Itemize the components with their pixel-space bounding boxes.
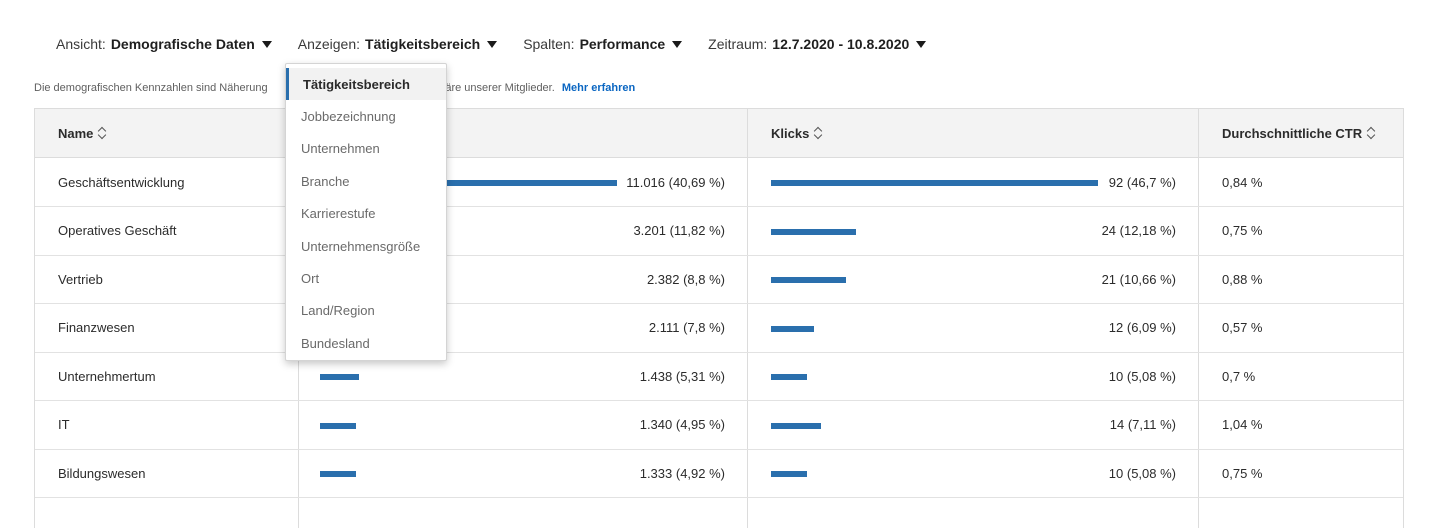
table-row: Geschäftsentwicklung 11.016 (40,69 %) 92 (…	[35, 158, 1403, 207]
columns-filter[interactable]: Spalten: Performance	[523, 36, 683, 52]
klicks-bar	[771, 374, 807, 380]
row-name: Finanzwesen	[58, 320, 135, 335]
view-filter-value: Demografische Daten	[110, 36, 255, 52]
impressions-value: 1.333 (4,92 %)	[639, 465, 725, 481]
impressions-value: 11.016 (40,69 %)	[626, 174, 725, 190]
dropdown-option[interactable]: Bundesland	[286, 327, 446, 359]
impressions-bar	[320, 422, 357, 429]
impressions-value: 1.438 (5,31 %)	[639, 368, 725, 384]
klicks-bar	[771, 325, 814, 332]
table-row: IT 1.340 (4,95 %) 14 (7,11 %) 1,04 %	[35, 401, 1403, 450]
ctr-value: 0,7 %	[1222, 368, 1256, 384]
dropdown-option[interactable]: Jobbezeichnung	[286, 100, 446, 132]
sort-icon	[1367, 126, 1377, 140]
klicks-header-label: Klicks	[771, 125, 810, 141]
table-row: Vertrieb 2.382 (8,8 %) 21 (10,66 %) 0,88 %	[35, 255, 1403, 304]
show-dropdown-menu: Tätigkeitsbereich Jobbezeichnung Unternehm…	[285, 63, 447, 361]
row-name: Operatives Geschäft	[58, 223, 177, 238]
dropdown-option[interactable]: Tätigkeitsbereich	[286, 68, 446, 100]
dropdown-option[interactable]: Karrierestufe	[286, 198, 446, 230]
date-range-label: Zeitraum:	[708, 36, 768, 52]
row-name: Vertrieb	[58, 271, 103, 287]
caret-down-icon	[672, 40, 683, 48]
table-row: Operatives Geschäft 3.201 (11,82 %) 24 (12…	[35, 207, 1403, 256]
impressions-value: 2.382 (8,8 %)	[646, 271, 725, 287]
klicks-column-header[interactable]: Klicks	[748, 109, 1199, 157]
ctr-value: 0,75 %	[1222, 465, 1263, 481]
table-row: Unternehmertum 1.438 (5,31 %) 10 (5,08 %) 0…	[35, 352, 1403, 401]
klicks-value: 10 (5,08 %)	[1108, 465, 1176, 481]
impressions-value: 1.340 (4,95 %)	[639, 417, 725, 432]
klicks-value: 10 (5,08 %)	[1108, 368, 1176, 384]
columns-filter-value: Performance	[579, 36, 666, 52]
columns-filter-label: Spalten:	[523, 36, 575, 52]
row-name: Geschäftsentwicklung	[58, 174, 185, 190]
klicks-bar	[771, 471, 807, 477]
filter-bar: Ansicht: Demografische Daten Anzeigen: T…	[56, 36, 952, 52]
impressions-bar	[320, 471, 356, 477]
klicks-value: 14 (7,11 %)	[1109, 417, 1176, 432]
sort-icon	[98, 126, 108, 140]
row-name: Bildungswesen	[58, 465, 146, 481]
ctr-header-label: Durchschnittliche CTR	[1222, 125, 1363, 141]
dropdown-option[interactable]: Ort	[286, 262, 446, 294]
dropdown-option[interactable]: Unternehmen	[286, 133, 446, 165]
klicks-value: 21 (10,66 %)	[1101, 271, 1176, 287]
ctr-value: 0,57 %	[1222, 320, 1263, 335]
dropdown-option[interactable]: Land/Region	[286, 295, 446, 327]
dropdown-option[interactable]: Unternehmensgröße	[286, 230, 446, 262]
caret-down-icon	[261, 40, 272, 48]
ctr-column-header[interactable]: Durchschnittliche CTR	[1199, 109, 1403, 157]
date-range-value: 12.7.2020 - 10.8.2020	[772, 36, 910, 52]
date-range-filter[interactable]: Zeitraum: 12.7.2020 - 10.8.2020	[708, 36, 927, 52]
show-filter-label: Anzeigen:	[297, 36, 361, 52]
learn-more-link[interactable]: Mehr erfahren	[562, 82, 635, 94]
impressions-bar	[320, 374, 359, 380]
ctr-value: 0,84 %	[1222, 174, 1263, 190]
name-column-header[interactable]: Name	[35, 109, 298, 157]
impressions-value: 2.111 (7,8 %)	[648, 320, 725, 335]
demographics-table: Name Klicks Durchschnittliche CTR Geschä…	[34, 108, 1404, 528]
note-text-start: Die demografischen Kennzahlen sind Näher…	[34, 82, 268, 94]
sort-icon	[814, 126, 824, 140]
klicks-value: 92 (46,7 %)	[1108, 174, 1176, 190]
impressions-value: 3.201 (11,82 %)	[633, 223, 725, 238]
table-row: Finanzwesen 2.111 (7,8 %) 12 (6,09 %) 0,57 …	[35, 304, 1403, 353]
dropdown-option[interactable]: Branche	[286, 165, 446, 197]
show-filter-value: Tätigkeitsbereich	[365, 36, 481, 52]
table-row: Bildungswesen 1.333 (4,92 %) 10 (5,08 %) 0,…	[35, 449, 1403, 498]
caret-down-icon	[487, 40, 498, 48]
ctr-value: 1,04 %	[1222, 417, 1263, 432]
klicks-value: 24 (12,18 %)	[1101, 223, 1176, 238]
show-filter[interactable]: Anzeigen: Tätigkeitsbereich	[297, 36, 498, 52]
row-name: IT	[58, 417, 70, 432]
caret-down-icon	[916, 40, 927, 48]
ctr-value: 0,88 %	[1222, 271, 1263, 287]
klicks-value: 12 (6,09 %)	[1108, 320, 1176, 335]
klicks-bar	[771, 228, 857, 235]
name-header-label: Name	[58, 125, 94, 141]
view-filter[interactable]: Ansicht: Demografische Daten	[56, 36, 272, 52]
view-filter-label: Ansicht:	[56, 36, 106, 52]
klicks-bar	[771, 277, 846, 283]
ctr-value: 0,75 %	[1222, 223, 1263, 238]
klicks-bar	[771, 422, 821, 429]
row-name: Unternehmertum	[58, 368, 156, 384]
